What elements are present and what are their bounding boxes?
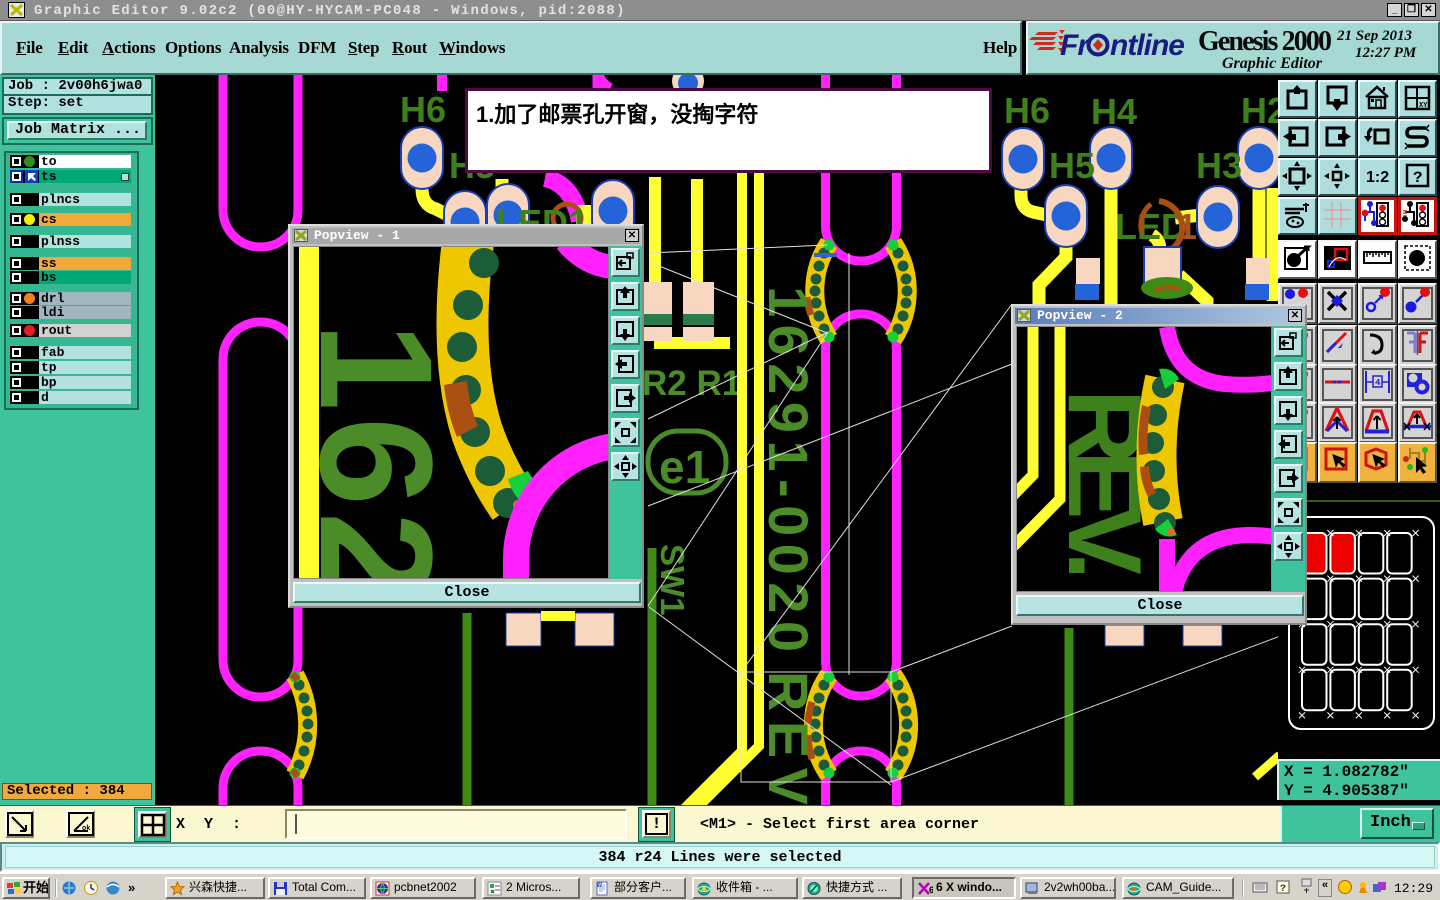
svg-text:?: ?	[1280, 884, 1286, 895]
svg-text:H3: H3	[1196, 145, 1242, 186]
svg-text:H6: H6	[400, 89, 446, 130]
svg-text:4: 4	[1375, 378, 1381, 388]
svg-text:Graphic Editor: Graphic Editor	[1222, 55, 1323, 72]
svg-text:ok: ok	[82, 825, 90, 833]
svg-text:XY: XY	[1419, 102, 1428, 110]
svg-text:R2 R1: R2 R1	[642, 364, 741, 403]
svg-text:1:2: 1:2	[1366, 169, 1389, 186]
svg-text:W: W	[598, 883, 603, 889]
svg-text:H5: H5	[1049, 145, 1095, 186]
svg-text:ntline: ntline	[1110, 29, 1184, 62]
svg-text:6: 6	[929, 885, 933, 895]
svg-text:21 Sep 2013: 21 Sep 2013	[1336, 28, 1413, 44]
svg-text:Genesis 2000: Genesis 2000	[1198, 26, 1332, 57]
svg-text:SW1: SW1	[654, 544, 691, 616]
svg-text:12:27 PM: 12:27 PM	[1355, 45, 1417, 61]
svg-text:?: ?	[1413, 169, 1423, 187]
svg-text:H4: H4	[1091, 91, 1137, 132]
svg-text:REV: REV	[757, 671, 820, 805]
svg-text:H6: H6	[1004, 90, 1050, 131]
svg-text:H2: H2	[1241, 90, 1278, 131]
